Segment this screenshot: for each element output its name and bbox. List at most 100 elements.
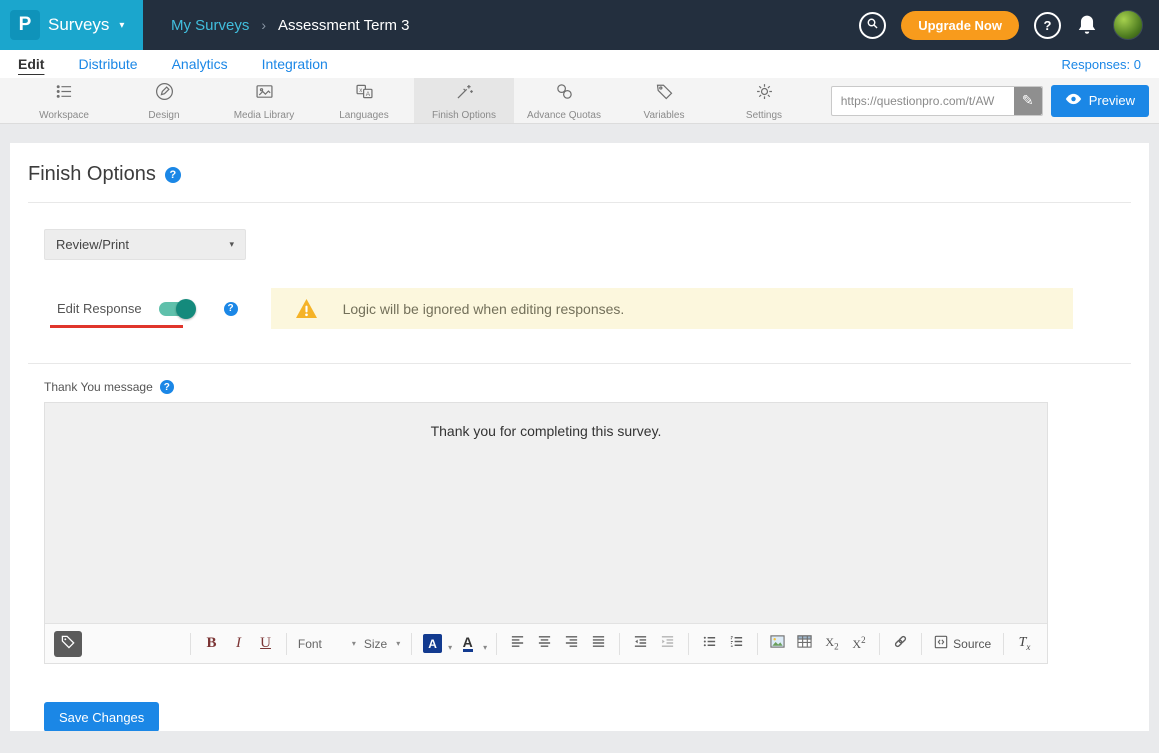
italic-button[interactable]: I [225, 631, 252, 657]
chevron-down-icon: ▾ [229, 239, 234, 250]
bold-button[interactable]: B [198, 631, 225, 657]
edit-url-button[interactable]: ✎ [1014, 87, 1042, 115]
align-justify-button[interactable] [585, 631, 612, 657]
font-size-select[interactable]: Size ▾ [360, 631, 404, 657]
edit-response-help-icon[interactable]: ? [224, 302, 238, 316]
help-button[interactable]: ? [1034, 12, 1061, 39]
toolbar-item-media-library[interactable]: Media Library [214, 78, 314, 123]
preview-button[interactable]: Preview [1051, 85, 1149, 117]
finish-options-panel: Finish Options ? Review/Print ▾ Edit Res… [10, 143, 1149, 731]
toolbar-item-variables[interactable]: Variables [614, 78, 714, 123]
media-library-icon [254, 81, 275, 107]
user-avatar[interactable] [1113, 10, 1143, 40]
toolbar-item-advance-quotas[interactable]: Advance Quotas [514, 78, 614, 123]
upgrade-now-button[interactable]: Upgrade Now [901, 11, 1019, 40]
save-changes-button[interactable]: Save Changes [44, 702, 159, 731]
advance-quotas-icon [554, 81, 575, 107]
product-name: Surveys [48, 15, 109, 35]
image-icon [770, 634, 785, 654]
link-icon [893, 634, 908, 654]
page-title-help-icon[interactable]: ? [165, 167, 181, 183]
align-left-button[interactable] [504, 631, 531, 657]
edit-response-toggle[interactable] [159, 302, 193, 316]
align-center-button[interactable] [531, 631, 558, 657]
toolbar-separator [757, 633, 758, 655]
svg-text:A: A [365, 90, 370, 97]
toolbar-item-label: Workspace [39, 110, 89, 121]
tab-edit[interactable]: Edit [18, 56, 44, 72]
source-button[interactable]: Source [929, 631, 996, 657]
toolbar-item-design[interactable]: Design [114, 78, 214, 123]
thank-you-help-icon[interactable]: ? [160, 380, 174, 394]
highlight-underline [50, 325, 183, 328]
numbered-list-button[interactable] [723, 631, 750, 657]
insert-table-button[interactable] [791, 631, 818, 657]
divider [28, 202, 1131, 203]
notifications-button[interactable] [1076, 14, 1098, 36]
toggle-knob [176, 299, 196, 319]
decrease-indent-button[interactable] [627, 631, 654, 657]
survey-url-input[interactable] [831, 86, 1043, 116]
align-center-icon [537, 634, 552, 654]
toolbar-right: ✎ Preview [831, 78, 1159, 123]
workspace-icon [54, 81, 75, 107]
bulleted-list-button[interactable] [696, 631, 723, 657]
text-color-icon: A [463, 635, 473, 652]
finish-options-icon [454, 81, 475, 107]
toolbar-item-label: Advance Quotas [527, 110, 601, 121]
font-size-value: Size [364, 637, 387, 651]
question-mark-icon: ? [1044, 18, 1052, 33]
thank-you-label-row: Thank You message ? [44, 380, 1131, 394]
finish-type-select[interactable]: Review/Print ▾ [44, 229, 246, 260]
tab-integration[interactable]: Integration [262, 56, 328, 72]
chevron-down-icon[interactable]: ▾ [483, 643, 487, 652]
chevron-down-icon: ▾ [396, 639, 400, 648]
responses-count[interactable]: Responses: 0 [1062, 57, 1142, 72]
align-right-button[interactable] [558, 631, 585, 657]
survey-toolbar: Workspace Design Media Library xA Langua… [0, 78, 1159, 124]
superscript-icon: X2 [852, 635, 865, 652]
subscript-icon: X2 [825, 635, 838, 651]
numbered-list-icon [729, 634, 744, 654]
breadcrumb-my-surveys[interactable]: My Surveys [171, 17, 249, 34]
rich-text-editor: Thank you for completing this survey. B … [44, 402, 1048, 664]
product-switcher[interactable]: P Surveys ▾ [0, 0, 143, 50]
edit-response-label: Edit Response [57, 301, 142, 316]
toolbar-item-workspace[interactable]: Workspace [14, 78, 114, 123]
toolbar-item-languages[interactable]: xA Languages [314, 78, 414, 123]
finish-type-row: Review/Print ▾ [44, 229, 1131, 260]
search-button[interactable] [859, 12, 886, 39]
remove-format-button[interactable]: Tx [1011, 631, 1038, 657]
breadcrumb-separator: › [261, 17, 266, 33]
toolbar-item-label: Languages [339, 110, 389, 121]
source-label: Source [953, 637, 991, 651]
subscript-button[interactable]: X2 [818, 631, 845, 657]
editor-content-area[interactable]: Thank you for completing this survey. [45, 403, 1047, 623]
bell-icon [1076, 14, 1098, 36]
toolbar-separator [286, 633, 287, 655]
insert-image-button[interactable] [764, 631, 791, 657]
survey-url-field: ✎ [831, 86, 1043, 116]
font-family-value: Font [298, 637, 322, 651]
design-icon [154, 81, 175, 107]
font-family-select[interactable]: Font ▾ [294, 631, 360, 657]
increase-indent-button[interactable] [654, 631, 681, 657]
superscript-button[interactable]: X2 [845, 631, 872, 657]
align-left-icon [510, 634, 525, 654]
table-icon [797, 634, 812, 654]
background-color-button[interactable]: A [419, 631, 446, 657]
toolbar-item-settings[interactable]: Settings [714, 78, 814, 123]
toolbar-separator [411, 633, 412, 655]
toolbar-separator [190, 633, 191, 655]
toolbar-item-finish-options[interactable]: Finish Options [414, 78, 514, 123]
languages-icon: xA [354, 81, 375, 107]
chevron-down-icon[interactable]: ▾ [448, 643, 452, 652]
text-color-button[interactable]: A [454, 631, 481, 657]
background-color-icon: A [423, 634, 442, 653]
tab-distribute[interactable]: Distribute [78, 56, 137, 72]
underline-button[interactable]: U [252, 631, 279, 657]
tab-analytics[interactable]: Analytics [172, 56, 228, 72]
insert-link-button[interactable] [887, 631, 914, 657]
insert-merge-tag-button[interactable] [54, 631, 82, 657]
toolbar-separator [688, 633, 689, 655]
